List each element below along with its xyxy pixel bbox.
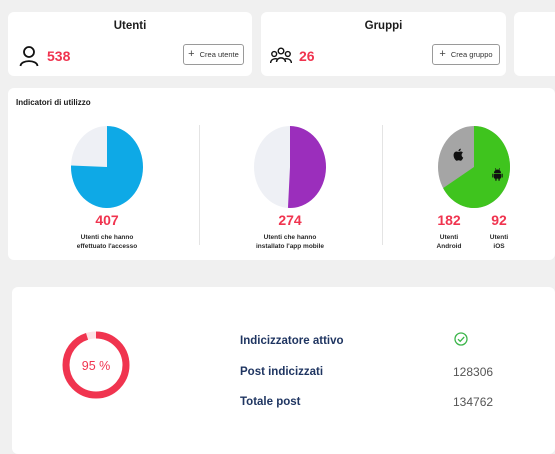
indexed-posts-label: Post indicizzati bbox=[240, 366, 324, 378]
groups-count: 26 bbox=[299, 48, 315, 64]
plus-icon: + bbox=[439, 48, 446, 60]
divider bbox=[382, 125, 383, 245]
users-card-title: Utenti bbox=[113, 20, 147, 32]
users-card: Utenti 538 + Crea utente bbox=[8, 12, 252, 76]
app-pie-chart bbox=[254, 126, 326, 208]
usage-title: Indicatori di utilizzo bbox=[16, 98, 91, 107]
android-label: Utenti Android bbox=[436, 234, 462, 251]
create-user-button[interactable]: + Crea utente bbox=[183, 44, 244, 65]
total-posts-value: 134762 bbox=[453, 395, 494, 409]
indexing-percent: 95 % bbox=[81, 359, 111, 373]
android-icon bbox=[492, 168, 503, 181]
apple-icon bbox=[453, 148, 464, 161]
usage-indicators-card: Indicatori di utilizzo 407 Utenti che ha… bbox=[8, 88, 555, 260]
ios-label: Utenti iOS bbox=[489, 234, 509, 251]
app-label: Utenti che hanno installato l'app mobile bbox=[256, 234, 324, 251]
create-group-button[interactable]: + Crea gruppo bbox=[432, 44, 500, 65]
access-value: 407 bbox=[95, 212, 119, 228]
app-value: 274 bbox=[278, 212, 302, 228]
total-posts-label: Totale post bbox=[240, 396, 301, 408]
platform-pie-wrap bbox=[438, 126, 510, 208]
third-card bbox=[514, 12, 555, 76]
indexing-card: 95 % Indicizzatore attivo Post indicizza… bbox=[12, 287, 555, 454]
check-circle-icon bbox=[454, 332, 468, 346]
platform-pie-chart bbox=[438, 126, 510, 208]
user-icon bbox=[19, 46, 39, 67]
users-count: 538 bbox=[47, 48, 71, 64]
divider bbox=[199, 125, 200, 245]
android-value: 182 bbox=[437, 212, 461, 228]
plus-icon: + bbox=[188, 48, 195, 60]
indexer-status-label: Indicizzatore attivo bbox=[240, 335, 344, 347]
access-pie-chart bbox=[71, 126, 143, 208]
app-pie-slice bbox=[287, 126, 326, 208]
create-user-label: Crea utente bbox=[199, 50, 239, 59]
groups-card: Gruppi 26 + Crea gruppo bbox=[261, 12, 506, 76]
create-group-label: Crea gruppo bbox=[450, 50, 493, 59]
indexed-posts-value: 128306 bbox=[453, 365, 494, 379]
ios-value: 92 bbox=[491, 212, 507, 228]
access-label: Utenti che hanno effettuato l'accesso bbox=[76, 234, 138, 251]
groups-card-title: Gruppi bbox=[364, 20, 403, 32]
group-icon bbox=[270, 47, 292, 64]
